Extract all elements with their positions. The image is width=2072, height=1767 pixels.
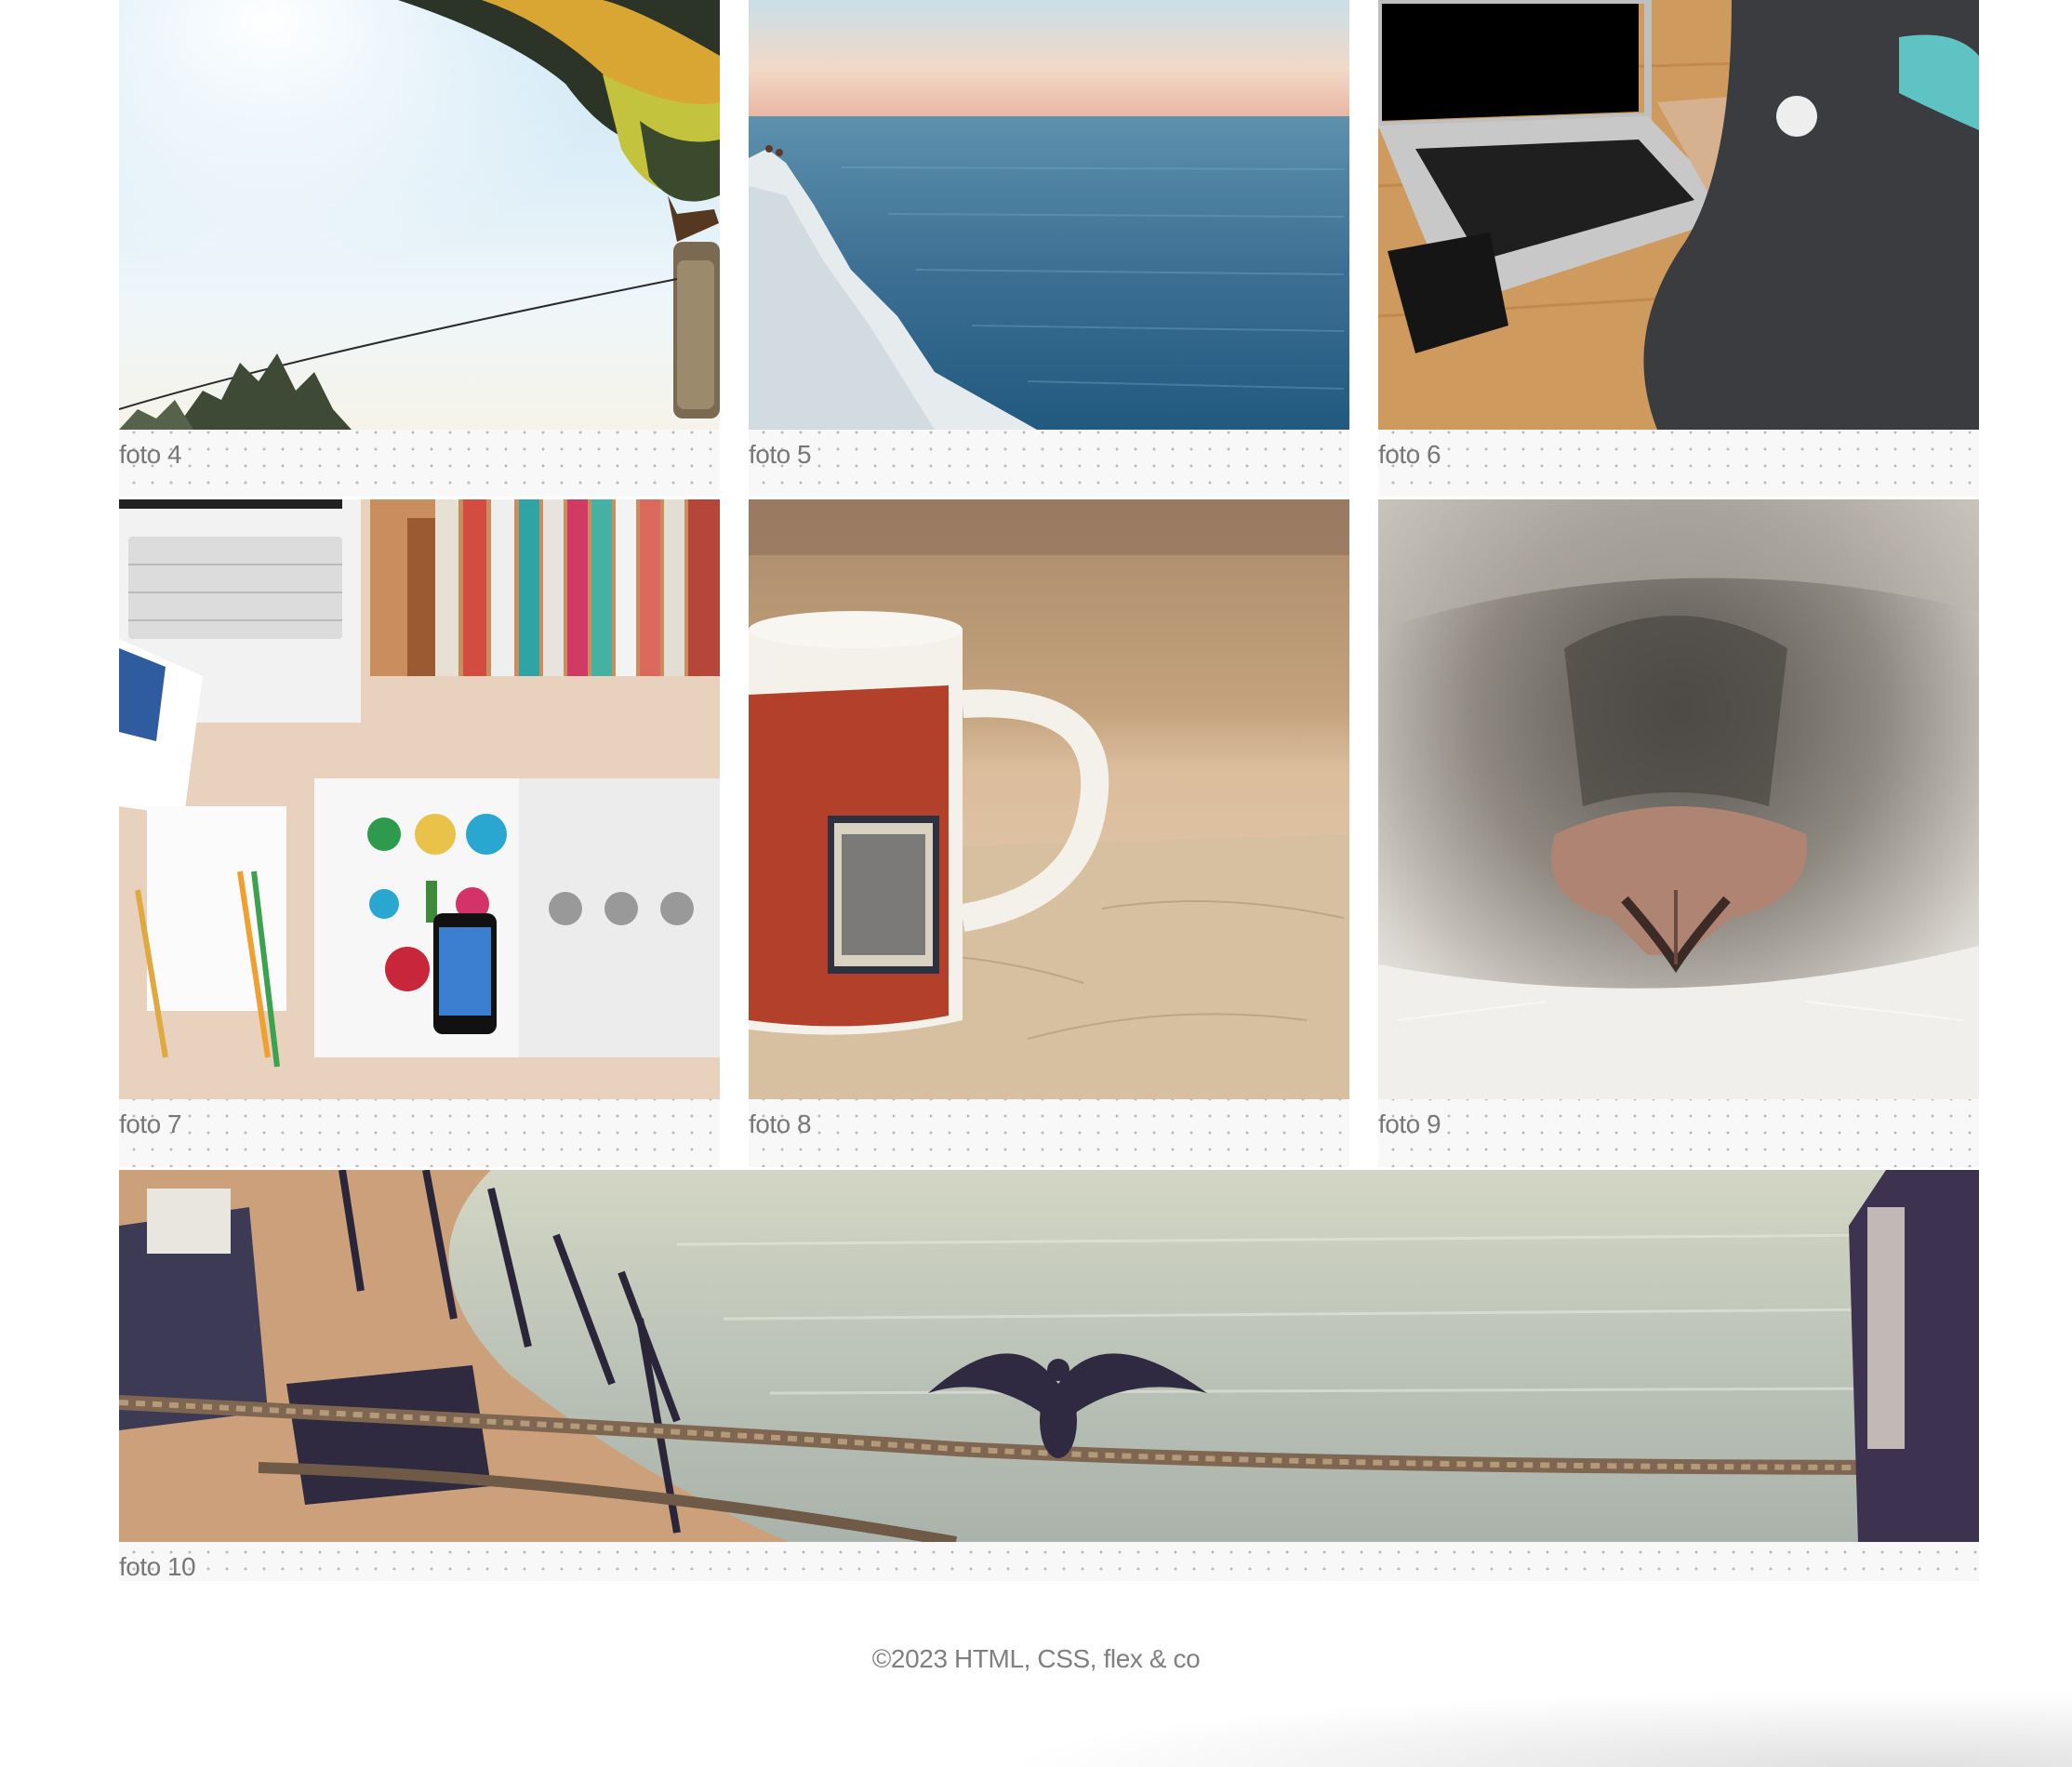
gallery-item-foto-7[interactable]: foto 7 — [119, 499, 720, 1167]
gallery-item-foto-10[interactable]: foto 10 — [119, 1170, 1979, 1581]
photo-caption: foto 10 — [119, 1552, 196, 1581]
footer-copyright: ©2023 HTML, CSS, flex & co — [871, 1644, 1201, 1673]
photo-caption: foto 6 — [1378, 440, 1441, 469]
photo-laptop-typing[interactable] — [1378, 0, 1979, 430]
gallery-item-foto-6[interactable]: foto 6 — [1378, 0, 1979, 497]
photo-caption: foto 5 — [749, 440, 812, 469]
photo-caption: foto 9 — [1378, 1109, 1441, 1138]
gallery-item-foto-4[interactable]: foto 4 — [119, 0, 720, 497]
photo-caption: foto 8 — [749, 1109, 812, 1138]
photo-caption: foto 7 — [119, 1109, 182, 1138]
gallery-item-foto-8[interactable]: foto 8 — [749, 499, 1349, 1167]
gallery-item-foto-9[interactable]: foto 9 — [1378, 499, 1979, 1167]
photo-cuba-mug[interactable] — [749, 499, 1349, 1099]
gallery-item-foto-5[interactable]: foto 5 — [749, 0, 1349, 497]
bottom-shadow — [930, 1683, 2072, 1767]
photo-caption: foto 4 — [119, 440, 182, 469]
photo-sea-cliff[interactable] — [749, 0, 1349, 430]
photo-desk-logos[interactable] — [119, 499, 720, 1099]
photo-cat-nose[interactable] — [1378, 499, 1979, 1099]
photo-cormorant[interactable] — [119, 1170, 1979, 1542]
photo-balloon[interactable] — [119, 0, 720, 430]
